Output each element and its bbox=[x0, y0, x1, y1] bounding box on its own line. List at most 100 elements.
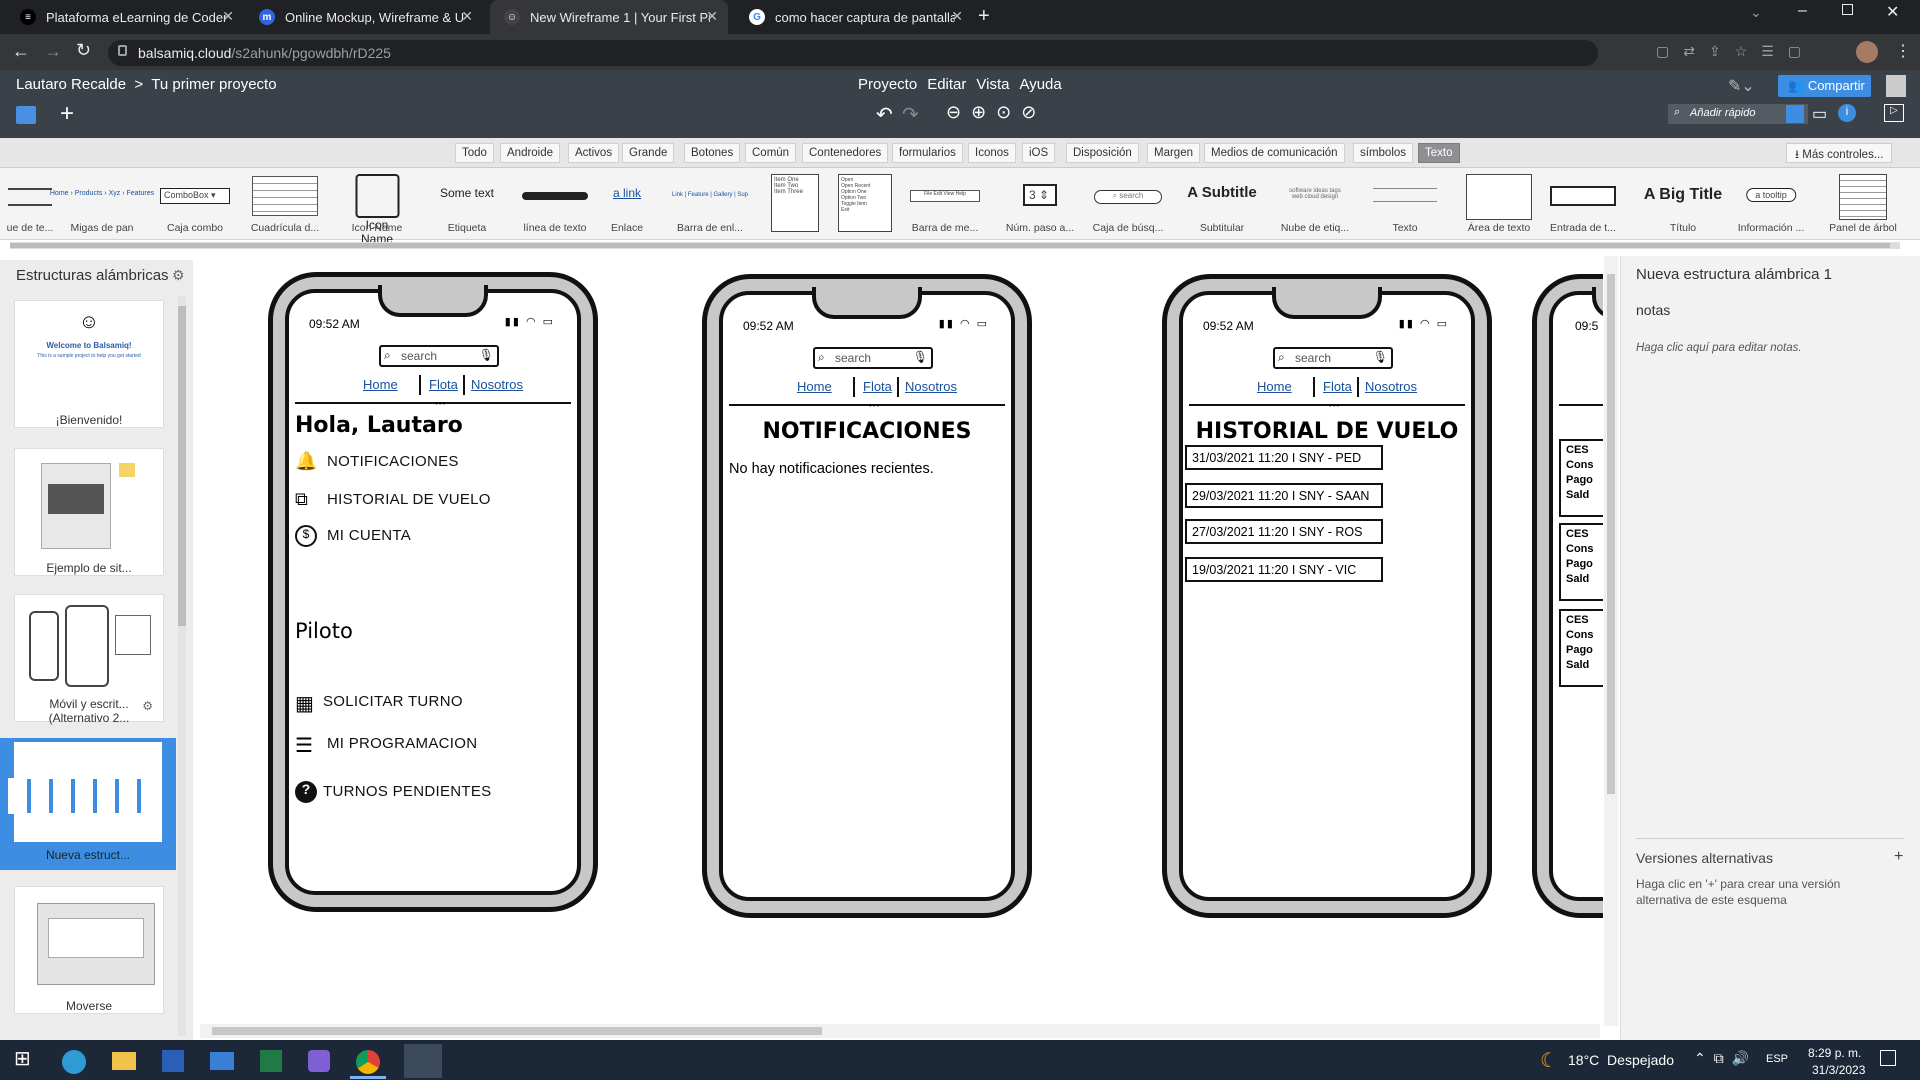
restore-button[interactable] bbox=[1842, 4, 1853, 15]
notes-editor[interactable]: Haga clic aquí para editar notas. bbox=[1636, 342, 1802, 354]
search-input[interactable]: ⌕ search 🎙 bbox=[1273, 347, 1393, 369]
search-input[interactable]: ⌕ search 🎙 bbox=[379, 345, 499, 367]
palette-item-grid[interactable]: Cuadrícula d... bbox=[240, 172, 330, 238]
menu-vista[interactable]: Vista bbox=[976, 76, 1009, 93]
category-1[interactable]: Androide bbox=[500, 143, 561, 163]
menu-ayuda[interactable]: Ayuda bbox=[1019, 76, 1061, 93]
flight-record[interactable]: 29/03/2021 11:20 I SNY - SAAN bbox=[1185, 483, 1383, 508]
category-3[interactable]: Grande bbox=[622, 143, 675, 163]
palette-item-menubar[interactable]: File Edit View Help Barra de me... bbox=[900, 172, 990, 238]
forward-icon[interactable]: → bbox=[44, 41, 62, 62]
minimize-button[interactable]: – bbox=[1798, 2, 1807, 20]
close-window-button[interactable]: ✕ bbox=[1886, 2, 1899, 22]
browser-tab[interactable]: ☺ New Wireframe 1 | Your First Project ✕ bbox=[490, 0, 728, 34]
tray-icons[interactable]: ⌃⧉🔊 bbox=[1694, 1050, 1757, 1067]
nav-home[interactable]: Home bbox=[797, 379, 832, 394]
phone-mockup[interactable]: 09:5 CES Cons Pago Sald CES Cons Pago Sald CES… bbox=[1532, 274, 1603, 918]
breadcrumb[interactable]: Lautaro Recalde > Tu primer proyecto bbox=[16, 76, 277, 93]
reload-icon[interactable]: ↻ bbox=[76, 40, 91, 61]
phone-mockup[interactable]: 09:52 AM ▮▮ ◠ ▭ ⌕ search 🎙 Home Flota No… bbox=[1162, 274, 1492, 918]
canvas-vscrollbar[interactable] bbox=[1604, 256, 1618, 1026]
tab-search-icon[interactable]: ⌄ bbox=[1750, 4, 1762, 21]
word-icon[interactable] bbox=[162, 1050, 184, 1072]
flight-record[interactable]: 31/03/2021 11:20 I SNY - PED bbox=[1185, 445, 1383, 470]
nav-flota[interactable]: Flota bbox=[429, 377, 458, 392]
palette-item-textarea[interactable]: Área de texto bbox=[1454, 172, 1544, 238]
add-version-button[interactable]: + bbox=[1894, 848, 1903, 866]
clock-date[interactable]: 31/3/2023 bbox=[1812, 1063, 1865, 1077]
account-card[interactable]: CES Cons Pago Sald bbox=[1559, 523, 1603, 601]
pilot-row[interactable]: ? TURNOS PENDIENTES bbox=[295, 781, 555, 807]
excel-icon[interactable] bbox=[260, 1050, 282, 1072]
wireframe-thumbnail[interactable]: Nueva estruct... bbox=[0, 738, 176, 870]
browser-menu-icon[interactable]: ⋮ bbox=[1895, 41, 1911, 61]
browser-tab[interactable]: G como hacer captura de pantalla en ✕ bbox=[735, 0, 973, 34]
category-8[interactable]: Iconos bbox=[968, 143, 1016, 163]
wireframes-view-icon[interactable] bbox=[16, 106, 36, 124]
add-icon[interactable]: + bbox=[60, 100, 74, 128]
redo-icon[interactable]: ↷ bbox=[902, 102, 919, 127]
info-icon[interactable]: i bbox=[1838, 104, 1856, 122]
canvas-hscrollbar[interactable] bbox=[200, 1024, 1600, 1038]
category-6[interactable]: Contenedores bbox=[802, 143, 889, 163]
browser-tab[interactable]: m Online Mockup, Wireframe & UI Mockup ✕ bbox=[245, 0, 483, 34]
phone-mockup[interactable]: 09:52 AM ▮▮ ◠ ▭ ⌕ search 🎙 Home Flota No… bbox=[268, 272, 598, 912]
palette-item-title[interactable]: A Big Title Título bbox=[1638, 172, 1728, 238]
wireframe-thumbnail[interactable]: Moverse bbox=[14, 886, 164, 1014]
back-icon[interactable]: ← bbox=[12, 41, 30, 62]
wireframe-name[interactable]: Nueva estructura alámbrica 1 bbox=[1636, 266, 1832, 283]
category-9[interactable]: iOS bbox=[1022, 143, 1056, 163]
category-13[interactable]: símbolos bbox=[1353, 143, 1414, 163]
category-10[interactable]: Disposición bbox=[1066, 143, 1139, 163]
nav-flota[interactable]: Flota bbox=[863, 379, 892, 394]
edge-icon[interactable] bbox=[62, 1050, 86, 1074]
extension-icons[interactable]: ▢⇄⇪☆☰▢ bbox=[1656, 43, 1815, 60]
category-12[interactable]: Medios de comunicación bbox=[1204, 143, 1345, 163]
palette-item-menu[interactable]: Open Open Recent Option One Option Two Toggl… bbox=[820, 172, 910, 238]
notifications-icon[interactable] bbox=[1880, 1050, 1896, 1066]
close-tab-icon[interactable]: ✕ bbox=[951, 8, 963, 25]
new-tab-button[interactable]: + bbox=[978, 5, 990, 28]
clock-time[interactable]: 8:29 p. m. bbox=[1808, 1046, 1861, 1060]
palette-item-search[interactable]: ⌕ search Caja de búsq... bbox=[1083, 172, 1173, 238]
palette-item-text[interactable]: Texto bbox=[1360, 172, 1450, 238]
flight-record[interactable]: 19/03/2021 11:20 I SNY - VIC bbox=[1185, 557, 1383, 582]
profile-avatar[interactable] bbox=[1856, 41, 1878, 63]
phone-mockup[interactable]: 09:52 AM ▮▮ ◠ ▭ ⌕ search 🎙 Home Flota No… bbox=[702, 274, 1032, 918]
present-icon[interactable]: ▷ bbox=[1884, 104, 1904, 122]
search-input[interactable]: ⌕ search 🎙 bbox=[813, 347, 933, 369]
palette-item-tagcloud[interactable]: software ideas tags web cloud design Nube… bbox=[1270, 172, 1360, 238]
menu-row[interactable]: 🔔 NOTIFICACIONES bbox=[295, 451, 555, 477]
account-card[interactable]: CES Cons Pago Sald bbox=[1559, 609, 1603, 687]
category-2[interactable]: Activos bbox=[568, 143, 620, 163]
more-controls-button[interactable]: ⭳ Más controles... bbox=[1786, 143, 1893, 163]
category-7[interactable]: formularios bbox=[892, 143, 963, 163]
palette-item-combo[interactable]: ComboBox ▾ Caja combo bbox=[150, 172, 240, 238]
pinned-app-icon[interactable] bbox=[404, 1044, 442, 1078]
app-icon[interactable] bbox=[308, 1050, 330, 1072]
layout-icon[interactable] bbox=[1786, 105, 1804, 123]
wireframe-thumbnail[interactable]: Móvil y escrit... (Alternativo 2... ⚙ bbox=[14, 594, 164, 725]
url-bar[interactable]: balsamiq.cloud/s2ahunk/pgowdbh/rD225 bbox=[108, 40, 1598, 66]
menu-editar[interactable]: Editar bbox=[927, 76, 966, 93]
weather-icon[interactable]: ☾ bbox=[1540, 1048, 1558, 1073]
palette-item-tooltip[interactable]: a tooltip Información ... bbox=[1726, 172, 1816, 238]
windows-start-icon[interactable]: ⊞ bbox=[14, 1046, 44, 1074]
edit-pencil-icon[interactable]: ✎⌄ bbox=[1728, 76, 1755, 96]
nav-nosotros[interactable]: Nosotros bbox=[1365, 379, 1417, 394]
nav-nosotros[interactable]: Nosotros bbox=[471, 377, 523, 392]
palette-item-linkbar[interactable]: Link | Feature | Gallery | Sup Barra de … bbox=[665, 172, 755, 238]
weather-text[interactable]: 18°C Despejado bbox=[1568, 1052, 1674, 1068]
palette-item-label[interactable]: Some text Etiqueta bbox=[422, 172, 512, 238]
palette-item-stepper[interactable]: 3 ⇕ Núm. paso a... bbox=[995, 172, 1085, 238]
share-button[interactable]: 👥 Compartir bbox=[1778, 75, 1871, 97]
wireframe-thumbnail[interactable]: ☺ Welcome to Balsamiq! This is a sample … bbox=[14, 300, 164, 428]
mail-icon[interactable] bbox=[210, 1052, 234, 1070]
palette-item-textinput[interactable]: Entrada de t... bbox=[1538, 172, 1628, 238]
chrome-icon[interactable] bbox=[356, 1050, 380, 1074]
browser-tab[interactable]: ≡ Plataforma eLearning de Coderhouse ✕ bbox=[6, 0, 244, 34]
palette-item-subtitle[interactable]: A Subtitle Subtitular bbox=[1177, 172, 1267, 238]
menu-proyecto[interactable]: Proyecto bbox=[858, 76, 917, 93]
nav-flota[interactable]: Flota bbox=[1323, 379, 1352, 394]
category-4[interactable]: Botones bbox=[684, 143, 741, 163]
